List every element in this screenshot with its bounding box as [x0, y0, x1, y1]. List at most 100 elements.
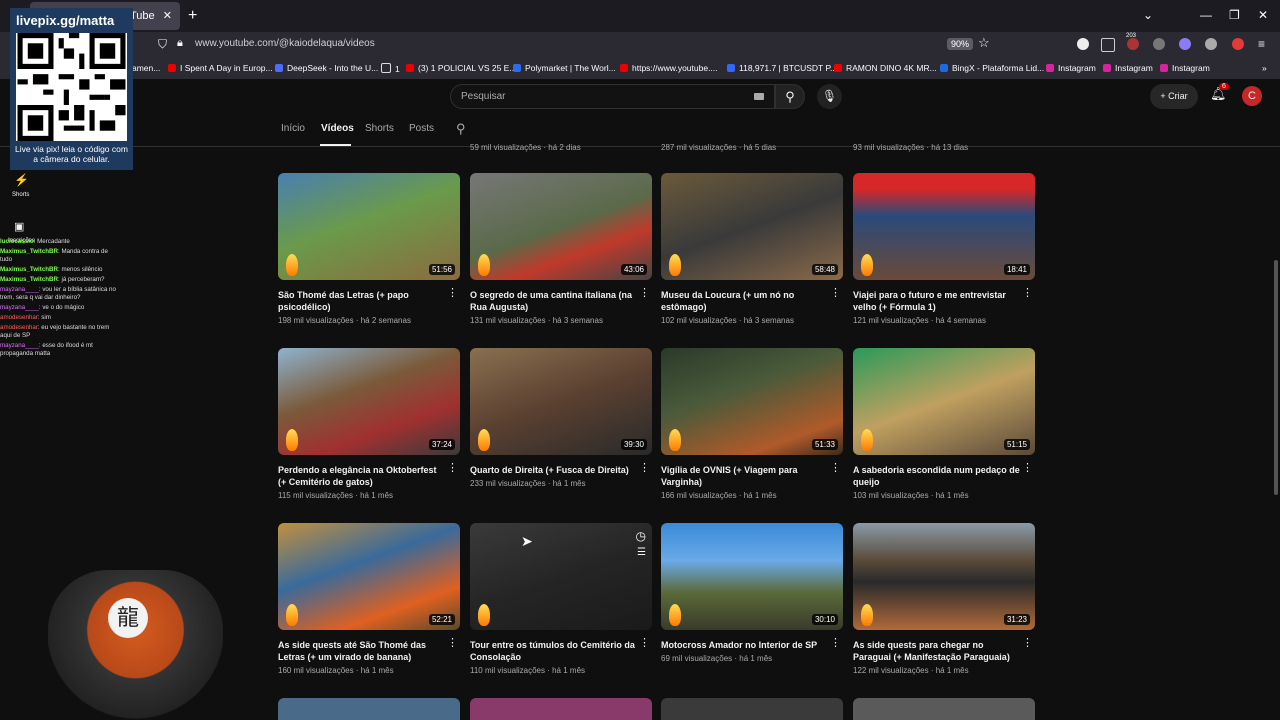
bookmarks-overflow-icon[interactable]: » [1262, 63, 1267, 73]
more-options-icon[interactable]: ⋮ [447, 461, 458, 474]
video-title[interactable]: As side quests para chegar no Paraguai (… [853, 639, 1021, 663]
extension-badge-icon[interactable] [1127, 38, 1139, 50]
video-thumbnail[interactable]: 51:33 [661, 348, 843, 455]
video-title[interactable]: Viajei para o futuro e me entrevistar ve… [853, 289, 1021, 313]
video-thumbnail[interactable]: 43:06 [470, 173, 652, 280]
video-card[interactable]: 51:56 São Thomé das Letras (+ papo psico… [278, 173, 460, 325]
video-thumbnail[interactable] [470, 698, 652, 720]
video-thumbnail[interactable]: 51:56 [278, 173, 460, 280]
video-card[interactable]: 37:24 Perdendo a elegância na Oktoberfes… [278, 348, 460, 500]
new-tab-icon[interactable]: + [188, 7, 197, 25]
more-options-icon[interactable]: ⋮ [447, 286, 458, 299]
add-to-queue-icon[interactable]: ☰ [637, 547, 646, 558]
video-thumbnail[interactable]: 31:23 [853, 523, 1035, 630]
video-card[interactable]: 43:06 O segredo de uma cantina italiana … [470, 173, 652, 325]
avatar[interactable]: C [1242, 86, 1262, 106]
sidebar-item-shorts[interactable]: Shorts [12, 192, 29, 198]
more-options-icon[interactable]: ⋮ [830, 636, 841, 649]
video-card[interactable]: ◷ ☰ Tour entre os túmulos do Cemitério d… [470, 523, 652, 675]
keyboard-icon[interactable] [754, 93, 764, 100]
minimize-icon[interactable]: — [1200, 8, 1212, 22]
video-thumbnail[interactable]: 30:10 [661, 523, 843, 630]
tab-close-icon[interactable]: ✕ [163, 2, 172, 30]
adblock-icon[interactable] [1232, 38, 1244, 50]
video-title[interactable]: Quarto de Direita (+ Fusca de Direita) [470, 464, 638, 476]
maximize-icon[interactable]: ❐ [1229, 8, 1240, 22]
zoom-level[interactable]: 90% [947, 38, 974, 50]
url-bar[interactable]: ⛉ 🔒︎ www.youtube.com/@kaiodelaqua/videos… [150, 34, 1000, 56]
video-card[interactable]: 51:33 Vigília de OVNIS (+ Viagem para Va… [661, 348, 843, 500]
extension-icon[interactable] [1153, 38, 1165, 50]
url-text[interactable]: www.youtube.com/@kaiodelaqua/videos [195, 38, 375, 49]
search-button[interactable]: ⚲ [775, 84, 805, 109]
video-card[interactable]: 30:10 Motocross Amador no Interior de SP… [661, 523, 843, 663]
bookmark-item[interactable]: BingX - Plataforma Lid... [940, 63, 1044, 73]
more-options-icon[interactable]: ⋮ [639, 461, 650, 474]
extension-icon[interactable] [1101, 38, 1115, 52]
video-card[interactable]: 31:23 As side quests para chegar no Para… [853, 523, 1035, 675]
video-thumbnail[interactable]: 37:24 [278, 348, 460, 455]
lock-icon[interactable]: 🔒︎ [177, 37, 183, 50]
bookmark-item[interactable]: amen... [132, 63, 160, 73]
video-thumbnail[interactable] [853, 698, 1035, 720]
more-options-icon[interactable]: ⋮ [639, 636, 650, 649]
video-title[interactable]: Vigília de OVNIS (+ Viagem para Varginha… [661, 464, 829, 488]
video-title[interactable]: Perdendo a elegância na Oktoberfest (+ C… [278, 464, 446, 488]
subscriptions-icon[interactable]: ▣ [14, 220, 24, 233]
video-title[interactable]: Museu da Loucura (+ um nó no estômago) [661, 289, 829, 313]
more-options-icon[interactable]: ⋮ [1022, 461, 1033, 474]
bookmark-item[interactable]: Instagram [1160, 63, 1210, 73]
menu-icon[interactable]: ≡ [1258, 37, 1265, 51]
more-options-icon[interactable]: ⋮ [447, 636, 458, 649]
video-title[interactable]: São Thomé das Letras (+ papo psicodélico… [278, 289, 446, 313]
bookmark-item[interactable]: https://www.youtube.... [620, 63, 718, 73]
video-thumbnail[interactable]: 58:48 [661, 173, 843, 280]
video-title[interactable]: As side quests até São Thomé das Letras … [278, 639, 446, 663]
video-title[interactable]: Motocross Amador no Interior de SP [661, 639, 829, 651]
bookmark-item[interactable]: I Spent A Day in Europ... [168, 63, 273, 73]
video-thumbnail[interactable]: 18:41 [853, 173, 1035, 280]
extension-icon[interactable] [1205, 38, 1217, 50]
bookmark-item[interactable]: RAMON DINO 4K MR... [834, 63, 937, 73]
bookmark-item[interactable]: Instagram [1046, 63, 1096, 73]
video-thumbnail[interactable]: 51:15 [853, 348, 1035, 455]
more-options-icon[interactable]: ⋮ [639, 286, 650, 299]
tab-posts[interactable]: Posts [409, 123, 434, 134]
video-title[interactable]: O segredo de uma cantina italiana (na Ru… [470, 289, 638, 313]
bookmark-item[interactable]: 118,971.7 | BTCUSDT P... [727, 63, 837, 73]
video-thumbnail[interactable]: 52:21 [278, 523, 460, 630]
bookmark-item[interactable]: DeepSeek - Into the U... [275, 63, 378, 73]
video-thumbnail[interactable] [661, 698, 843, 720]
tab-shorts[interactable]: Shorts [365, 123, 394, 134]
bookmark-item[interactable]: Instagram [1103, 63, 1153, 73]
video-title[interactable]: Tour entre os túmulos do Cemitério da Co… [470, 639, 638, 663]
create-button[interactable]: + Criar [1150, 84, 1198, 109]
voice-search-button[interactable]: 🎙︎ [817, 84, 842, 109]
video-thumbnail[interactable]: 39:30 [470, 348, 652, 455]
more-options-icon[interactable]: ⋮ [1022, 636, 1033, 649]
page-scrollbar[interactable] [1274, 260, 1278, 495]
extension-icon[interactable] [1077, 38, 1089, 50]
watch-later-icon[interactable]: ◷ [636, 529, 646, 543]
bookmark-folder[interactable]: 1 [381, 63, 400, 74]
shield-icon[interactable]: ⛉ [158, 37, 167, 52]
video-thumbnail[interactable]: ◷ ☰ [470, 523, 652, 630]
bookmark-star-icon[interactable]: ☆ [978, 35, 990, 51]
video-title[interactable]: A sabedoria escondida num pedaço de quei… [853, 464, 1021, 488]
close-window-icon[interactable]: ✕ [1258, 8, 1268, 22]
tab-list-icon[interactable]: ⌄ [1143, 8, 1153, 22]
video-card[interactable]: 52:21 As side quests até São Thomé das L… [278, 523, 460, 675]
video-card[interactable]: 18:41 Viajei para o futuro e me entrevis… [853, 173, 1035, 325]
more-options-icon[interactable]: ⋮ [830, 286, 841, 299]
bookmark-item[interactable]: (3) 1 POLICIAL VS 25 E... [406, 63, 516, 73]
more-options-icon[interactable]: ⋮ [1022, 286, 1033, 299]
bookmark-item[interactable]: Polymarket | The Worl... [513, 63, 616, 73]
tab-videos[interactable]: Vídeos [321, 123, 354, 134]
extension-icon[interactable] [1179, 38, 1191, 50]
channel-search-icon[interactable]: ⚲ [456, 121, 466, 137]
video-card[interactable]: 51:15 A sabedoria escondida num pedaço d… [853, 348, 1035, 500]
video-thumbnail[interactable] [278, 698, 460, 720]
video-card[interactable]: 58:48 Museu da Loucura (+ um nó no estôm… [661, 173, 843, 325]
more-options-icon[interactable]: ⋮ [830, 461, 841, 474]
tab-inicio[interactable]: Início [281, 123, 305, 134]
